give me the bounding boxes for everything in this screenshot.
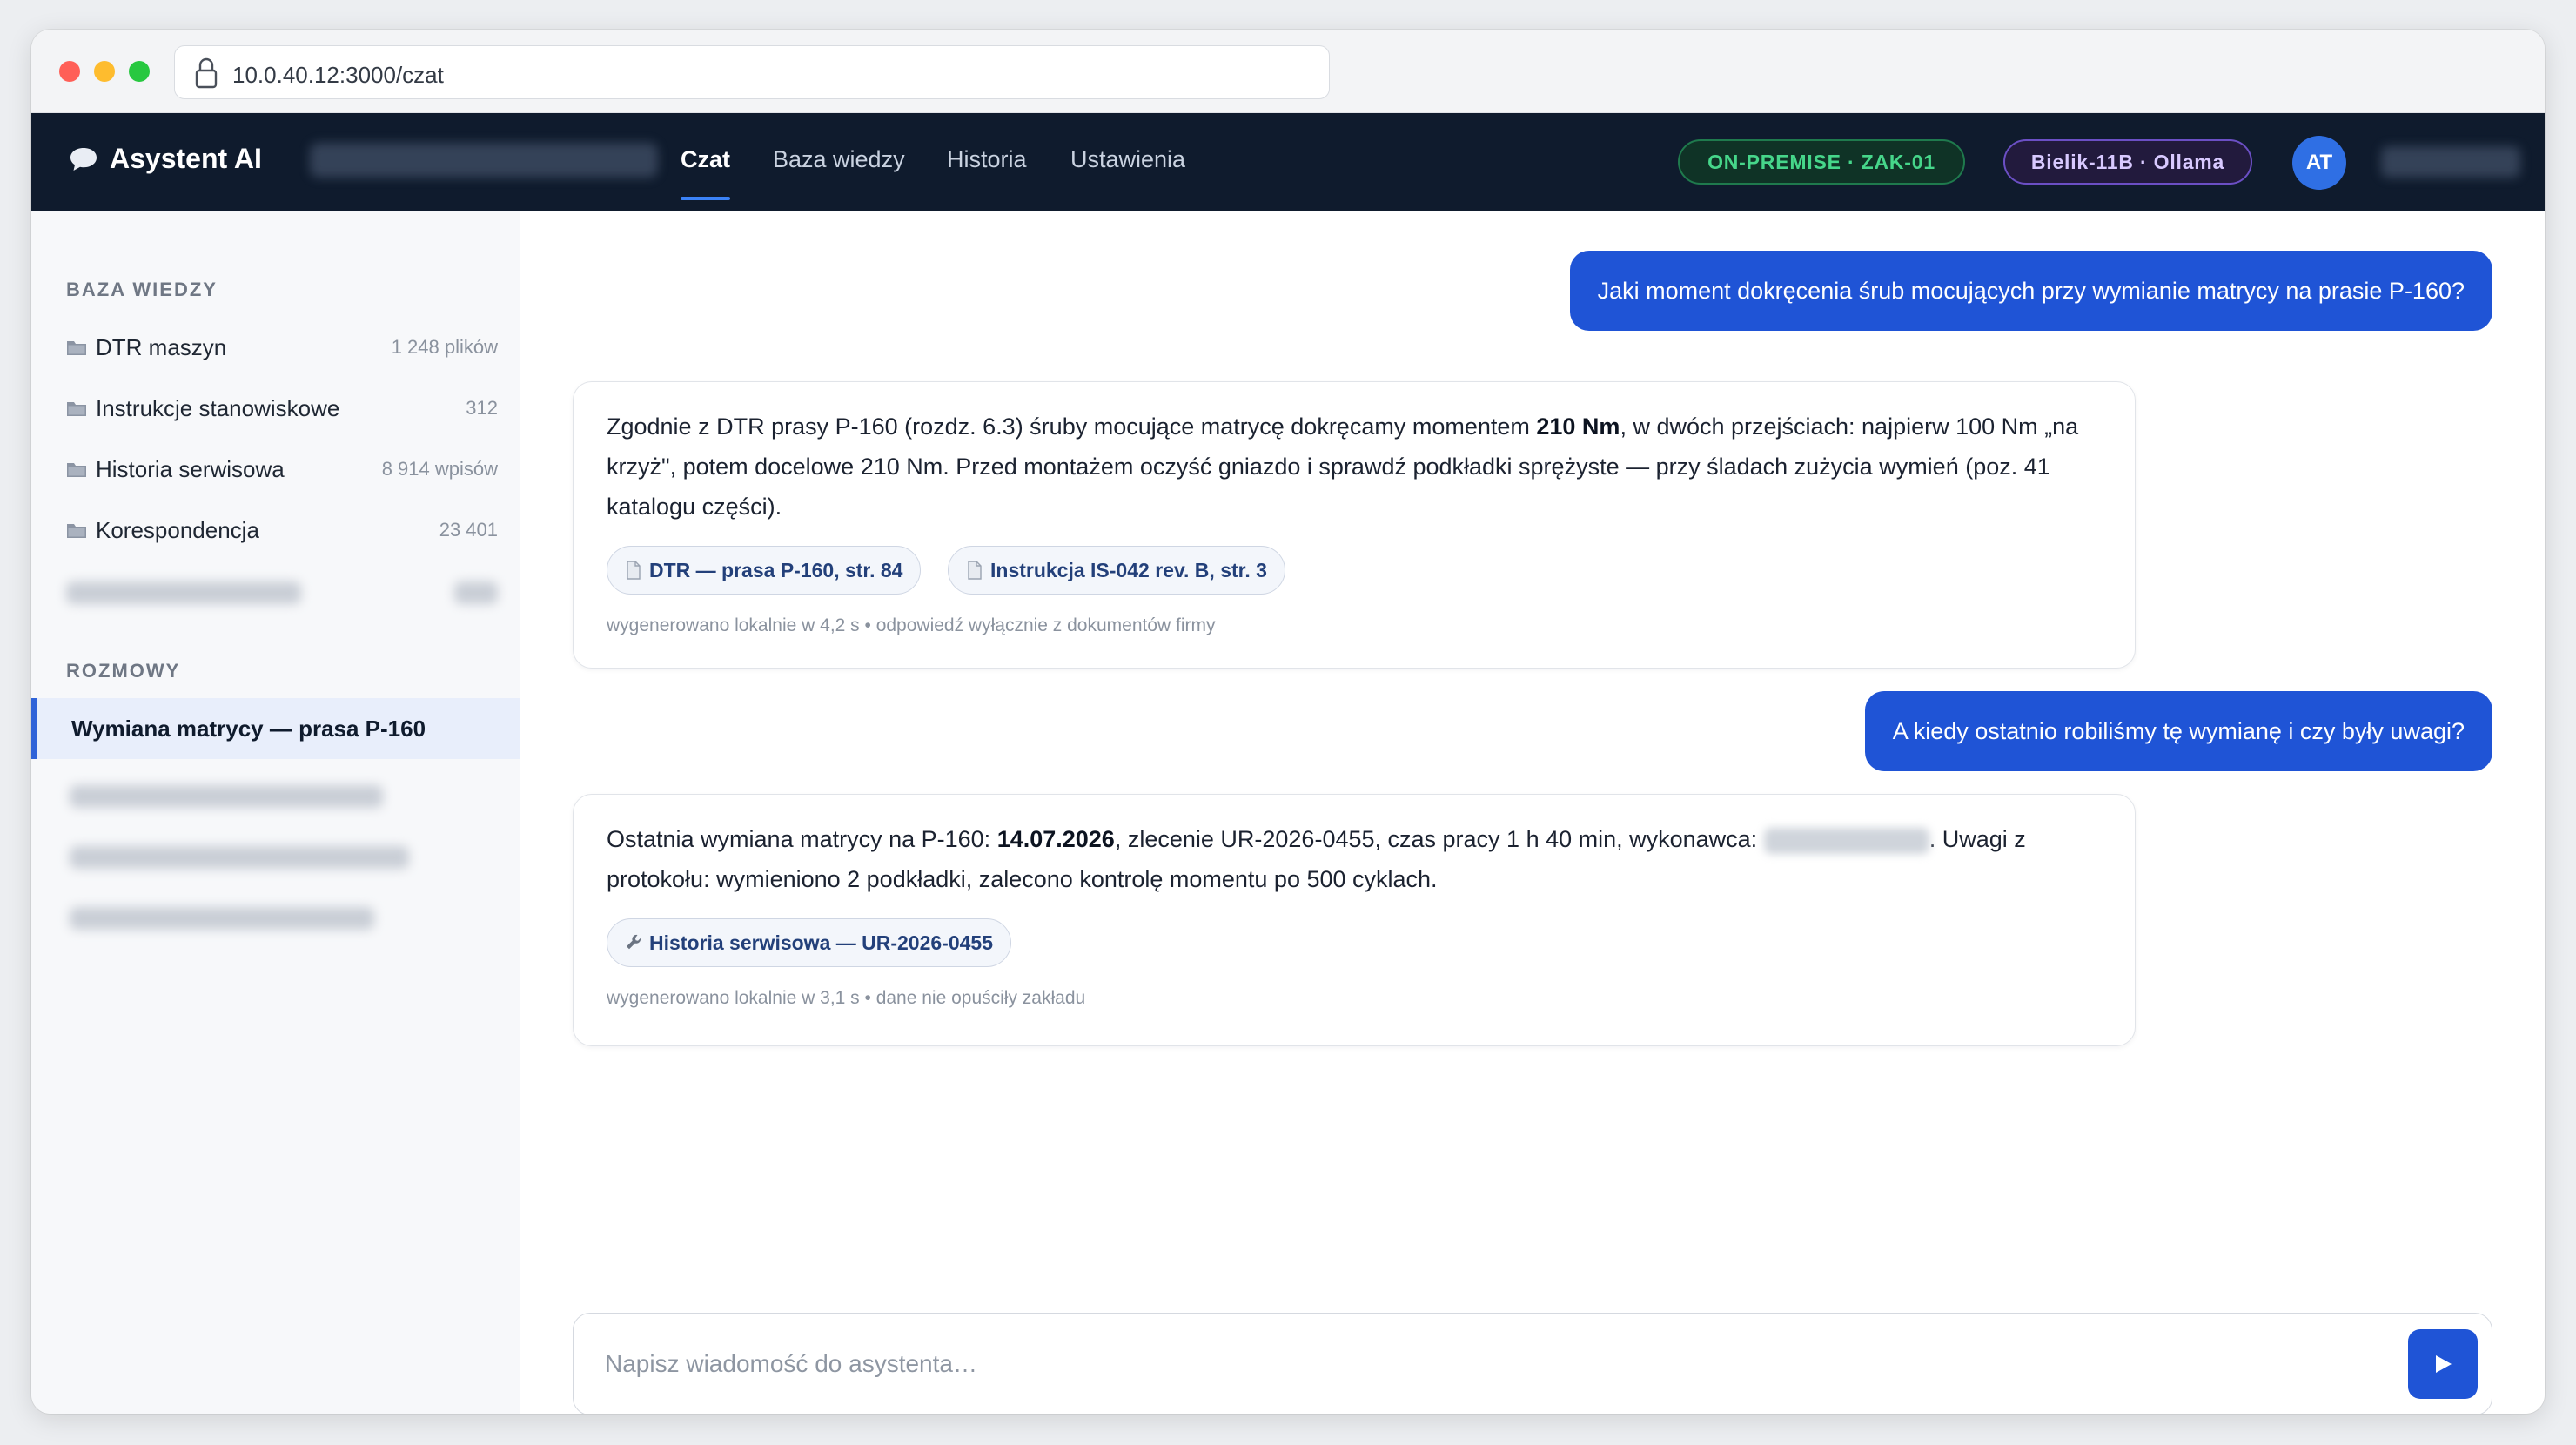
maximize-window-button[interactable] [129,61,150,82]
user-message: A kiedy ostatnio robiliśmy tę wymianę i … [1864,691,2492,771]
chat-area: Jaki moment dokręcenia śrub mocujących p… [520,211,2545,1414]
kb-item-count: 23 401 [439,519,498,541]
kb-item-label: DTR maszyn [96,333,227,360]
folder-icon [67,524,86,538]
conversation-item-redacted[interactable] [70,846,409,869]
address-bar[interactable]: 10.0.40.12:3000/czat [174,45,1330,99]
source-chip[interactable]: Instrukcja IS-042 rev. B, str. 3 [948,546,1285,595]
tab-baza-wiedzy[interactable]: Baza wiedzy [773,146,905,173]
user-name-redacted[interactable] [2381,146,2520,178]
tab-historia[interactable]: Historia [947,146,1027,173]
user-message: Jaki moment dokręcenia śrub mocujących p… [1569,251,2492,331]
kb-item-label: Instrukcje stanowiskowe [96,394,340,421]
technician-name-redacted [1763,827,1929,854]
url-text: 10.0.40.12:3000/czat [232,62,444,88]
source-chip-label: DTR — prasa P-160, str. 84 [649,558,903,581]
browser-chrome: 10.0.40.12:3000/czat [31,30,2545,113]
kb-item-label: Korespondencja [96,516,259,543]
document-icon [627,561,641,580]
tab-czat[interactable]: Czat [681,146,731,200]
assistant-message: Ostatnia wymiana matrycy na P-160: 14.07… [573,794,2136,1046]
folder-icon [67,402,86,416]
avatar[interactable]: AT [2292,136,2346,190]
lock-icon [195,57,218,89]
send-button[interactable] [2408,1329,2478,1399]
kb-item-count: 1 248 plików [391,336,498,358]
brand-name: Asystent AI [110,143,262,174]
send-icon [2436,1355,2452,1373]
folder-icon [67,463,86,477]
assistant-message-text: Zgodnie z DTR prasy P-160 (rozdz. 6.3) ś… [607,413,2079,520]
browser-window: 10.0.40.12:3000/czat Asystent AI Czat Ba… [31,30,2545,1414]
knowledge-base-heading: BAZA WIEDZY [66,279,218,300]
conversation-title: Wymiana matrycy — prasa P-160 [71,716,426,742]
assistant-message-text: Ostatnia wymiana matrycy na P-160: 14.07… [607,826,2026,892]
kb-item-historia-serwisowa[interactable]: Historia serwisowa 8 914 wpisów [66,447,498,491]
sidebar: BAZA WIEDZY DTR maszyn 1 248 plików Inst… [31,211,520,1414]
kb-item-count: 312 [466,397,498,419]
source-chip-label: Historia serwisowa — UR-2026-0455 [649,931,994,954]
chat-bubble-icon [70,147,97,171]
model-badge[interactable]: Bielik-11B · Ollama [2003,139,2252,185]
top-navigation: Asystent AI Czat Baza wiedzy Historia Us… [31,113,2545,211]
message-composer [573,1313,2492,1414]
kb-item-count: 8 914 wpisów [381,458,498,480]
environment-badge: ON-PREMISE · ZAK-01 [1678,139,1965,185]
conversations-heading: ROZMOWY [66,660,181,682]
conversation-item-redacted[interactable] [70,785,383,808]
kb-item-korespondencja[interactable]: Korespondencja 23 401 [66,508,498,552]
generation-meta: wygenerowano lokalnie w 3,1 s • dane nie… [607,988,1086,1008]
kb-item-dtr-maszyn[interactable]: DTR maszyn 1 248 plików [66,326,498,369]
generation-meta: wygenerowano lokalnie w 4,2 s • odpowied… [607,615,1216,635]
close-window-button[interactable] [59,61,80,82]
brand[interactable]: Asystent AI [68,143,262,175]
source-chip[interactable]: Historia serwisowa — UR-2026-0455 [607,918,1012,967]
source-chip-label: Instrukcja IS-042 rev. B, str. 3 [990,558,1267,581]
document-icon [968,561,982,580]
kb-item-redacted[interactable] [66,581,301,604]
message-input[interactable] [605,1345,2311,1383]
tab-ustawienia[interactable]: Ustawienia [1070,146,1185,173]
source-chip[interactable]: DTR — prasa P-160, str. 84 [607,546,922,595]
folder-icon [67,341,86,355]
minimize-window-button[interactable] [94,61,115,82]
kb-item-instrukcje[interactable]: Instrukcje stanowiskowe 312 [66,386,498,430]
kb-item-count-redacted [454,581,498,604]
assistant-message: Zgodnie z DTR prasy P-160 (rozdz. 6.3) ś… [573,381,2136,669]
wrench-icon [627,934,641,950]
kb-item-label: Historia serwisowa [96,455,285,482]
conversation-item-redacted[interactable] [70,907,374,930]
conversation-item-active[interactable]: Wymiana matrycy — prasa P-160 [31,698,520,759]
organization-name-redacted [310,143,658,178]
